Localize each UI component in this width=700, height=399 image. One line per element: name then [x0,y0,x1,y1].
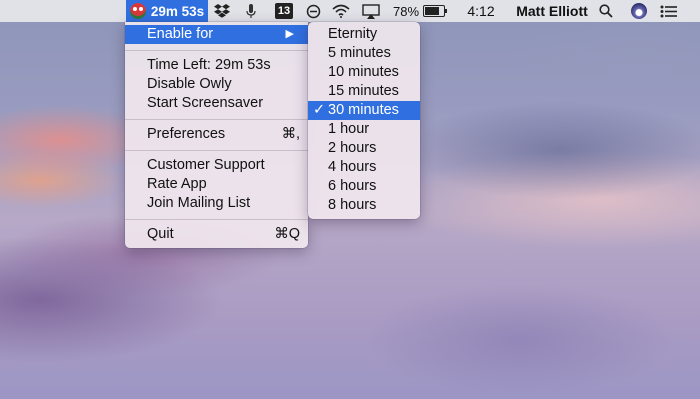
battery-percent[interactable]: 78% [390,0,422,22]
quit-shortcut: ⌘Q [274,226,300,242]
submenu-item[interactable]: 4 hours [308,158,420,177]
menu-item-customer-support[interactable]: Customer Support [125,156,308,175]
wifi-icon[interactable] [330,0,352,22]
submenu-item-label: 30 minutes [328,102,399,118]
do-not-disturb-icon[interactable] [304,0,322,22]
microphone-icon[interactable] [243,0,259,22]
submenu-item[interactable]: 2 hours [308,139,420,158]
preferences-label: Preferences [147,126,226,142]
checkmark-icon: ✓ [313,102,326,118]
menu-separator [125,219,308,220]
dropbox-icon[interactable] [212,0,232,22]
menu-item-enable-for[interactable]: Enable for ▶ [125,25,308,44]
menubar-clock[interactable]: 4:12 [461,0,501,22]
menu-item-join-mailing-list[interactable]: Join Mailing List [125,194,308,213]
submenu-item-label: 8 hours [328,197,377,213]
submenu-item-label: 6 hours [328,178,377,194]
menu-item-rate-app[interactable]: Rate App [125,175,308,194]
submenu-item-label: 1 hour [328,121,370,137]
owly-menu-extra[interactable]: 29m 53s [126,0,208,22]
submenu-item-label: 10 minutes [328,64,399,80]
submenu-item-label: 4 hours [328,159,377,175]
menu-item-disable-owly[interactable]: Disable Owly [125,75,308,94]
submenu-item[interactable]: 10 minutes [308,63,420,82]
submenu-arrow-icon: ▶ [285,28,294,40]
menu-item-quit[interactable]: Quit ⌘Q [125,225,308,244]
menu-separator [125,119,308,120]
enable-for-submenu: Eternity 5 minutes 10 minutes 15 minutes ✓ 30… [308,22,420,219]
airplay-icon[interactable] [360,0,382,22]
owly-dropdown-menu: Enable for ▶ Time Left: 29m 53s Disable … [125,22,308,248]
menu-separator [125,150,308,151]
siri-avatar-icon[interactable] [629,0,649,22]
spotlight-search-icon[interactable] [596,0,616,22]
menu-separator [125,50,308,51]
submenu-item[interactable]: 5 minutes [308,44,420,63]
quit-label: Quit [147,226,174,242]
notification-count-badge[interactable]: 13 [272,0,296,22]
submenu-item[interactable]: 1 hour [308,120,420,139]
submenu-item-label: Eternity [328,26,378,42]
submenu-item-label: 15 minutes [328,83,399,99]
battery-icon[interactable] [422,0,447,22]
user-name[interactable]: Matt Elliott [507,0,597,22]
menu-bar: 29m 53s 13 78% 4:12 Matt Elliott [0,0,700,22]
submenu-item[interactable]: ✓ 30 minutes [308,101,420,120]
enable-for-label: Enable for [147,26,214,42]
submenu-item[interactable]: 6 hours [308,177,420,196]
preferences-shortcut: ⌘, [281,126,300,142]
submenu-item[interactable]: Eternity [308,25,420,44]
time-left-label: Time Left: 29m 53s [147,57,271,73]
notification-center-icon[interactable] [656,0,680,22]
menu-item-preferences[interactable]: Preferences ⌘, [125,125,308,144]
submenu-item-label: 2 hours [328,140,377,156]
owly-icon [129,3,146,19]
submenu-item[interactable]: 15 minutes [308,82,420,101]
submenu-item-label: 5 minutes [328,45,391,61]
submenu-item[interactable]: 8 hours [308,196,420,215]
menu-item-start-screensaver[interactable]: Start Screensaver [125,94,308,113]
owly-timer: 29m 53s [150,3,205,19]
